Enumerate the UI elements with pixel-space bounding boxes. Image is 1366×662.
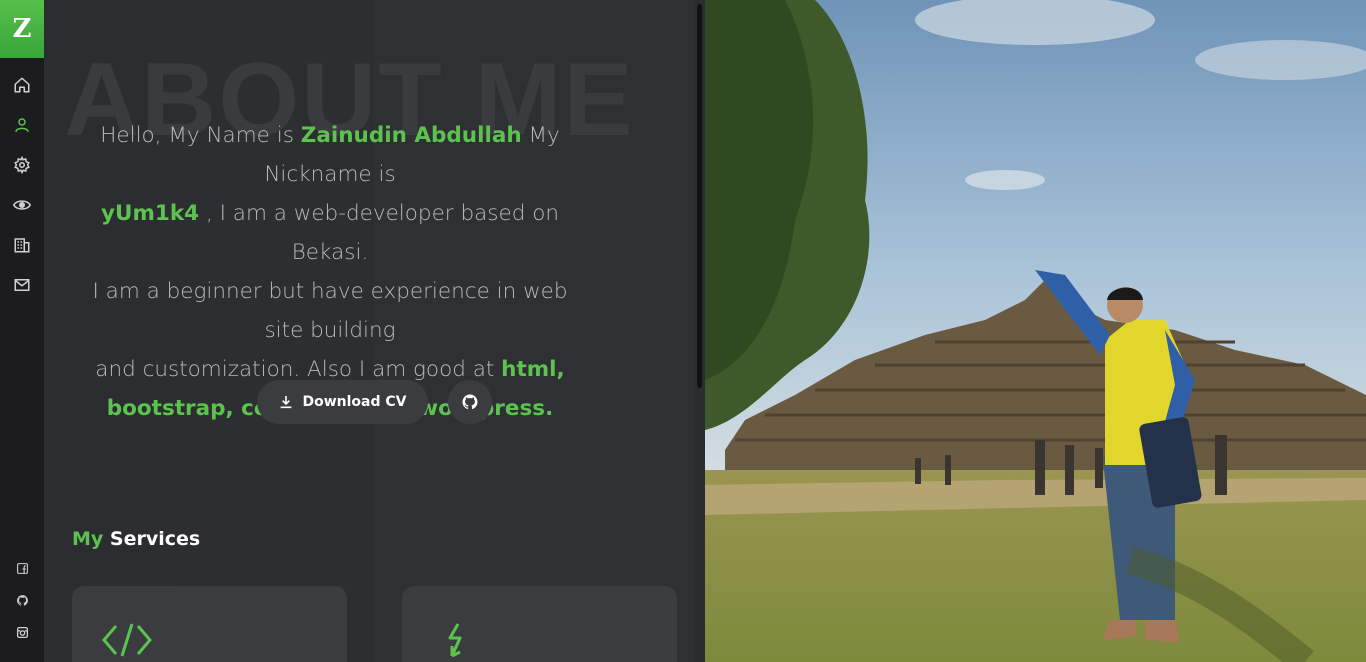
eye-icon[interactable]: [11, 194, 33, 216]
borobudur-photo-illustration: [705, 0, 1366, 662]
download-icon: [281, 396, 292, 409]
lightning-icon: [448, 623, 462, 658]
services-title-rest: Services: [103, 528, 201, 550]
sidebar: Z: [0, 0, 44, 662]
services-title: My Services: [72, 528, 200, 550]
user-icon[interactable]: [11, 114, 33, 136]
download-cv-label: Download CV: [302, 394, 407, 410]
logo-letter: Z: [12, 14, 32, 44]
about-text-part: Hello, My Name is: [100, 123, 301, 148]
logo[interactable]: Z: [0, 0, 44, 58]
full-name: Zainudin Abdullah: [300, 123, 522, 148]
mail-icon[interactable]: [11, 274, 33, 296]
github-icon[interactable]: [14, 592, 30, 608]
code-icon: [102, 623, 152, 657]
github-icon: [462, 394, 478, 410]
profile-photo: [705, 0, 1366, 662]
service-card-speed[interactable]: [402, 586, 677, 662]
about-text-part: , I am a web-developer based on Bekasi.: [199, 201, 559, 265]
about-section: ABOUT ME Hello, My Name is Zainudin Abdu…: [44, 0, 705, 662]
scrollbar[interactable]: [694, 0, 705, 662]
github-button[interactable]: [448, 380, 492, 424]
instagram-icon[interactable]: [14, 624, 30, 640]
download-cv-button[interactable]: Download CV: [257, 380, 428, 424]
about-text-part: and customization. Also I am good at: [95, 357, 502, 382]
service-card-web-dev[interactable]: [72, 586, 347, 662]
about-text-part: I am a beginner but have experience in w…: [92, 279, 568, 343]
nickname: yUm1k4: [101, 201, 200, 226]
scrollbar-thumb[interactable]: [697, 4, 702, 388]
facebook-icon[interactable]: [14, 560, 30, 576]
building-icon[interactable]: [11, 234, 33, 256]
home-icon[interactable]: [11, 74, 33, 96]
gear-icon[interactable]: [11, 154, 33, 176]
services-title-accent: My: [72, 528, 104, 550]
